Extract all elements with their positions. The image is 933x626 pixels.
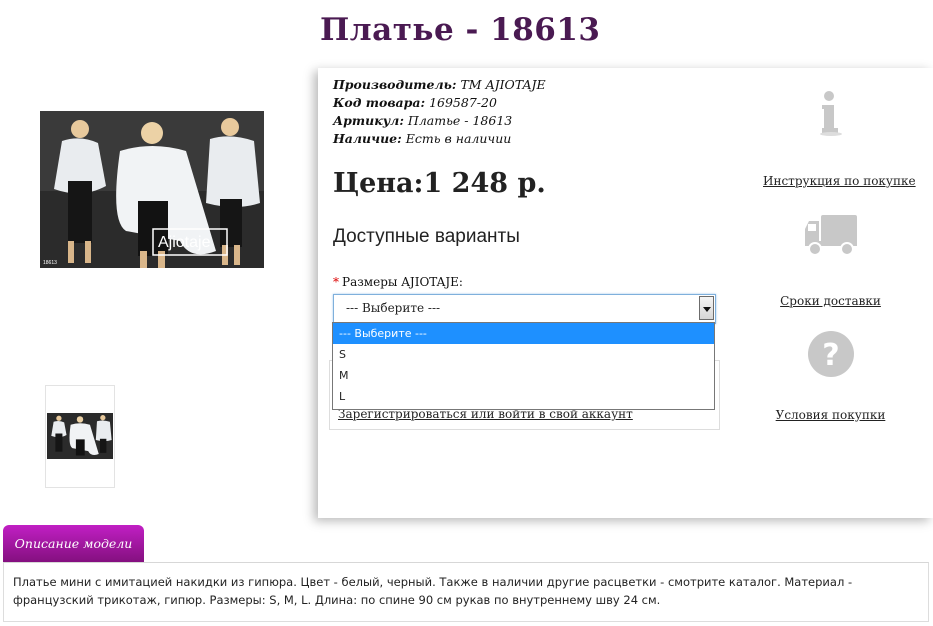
terms-block: ? Условия покупки: [763, 330, 898, 424]
variants-heading: Доступные варианты: [333, 226, 520, 247]
terms-link[interactable]: Условия покупки: [776, 408, 886, 422]
svg-text:?: ?: [822, 338, 839, 373]
photo-code-label: 18613: [43, 260, 57, 266]
size-option-placeholder[interactable]: --- Выберите ---: [333, 323, 714, 344]
spec-stock: Наличие: Есть в наличии: [333, 131, 512, 146]
size-option-s[interactable]: S: [333, 344, 714, 365]
size-option-l[interactable]: L: [333, 386, 714, 407]
delivery-block: Сроки доставки: [763, 213, 898, 310]
instructions-block: Инструкция по покупке: [763, 90, 916, 190]
product-thumbnail[interactable]: [45, 385, 115, 488]
description-panel: Платье мини с имитацией накидки из гипюр…: [3, 562, 929, 622]
size-dropdown-list: --- Выберите --- S M L: [332, 322, 715, 410]
size-select-value: --- Выберите ---: [346, 301, 441, 315]
instructions-link[interactable]: Инструкция по покупке: [763, 174, 916, 188]
spec-code: Код товара: 169587-20: [333, 95, 497, 110]
spec-manufacturer: Производитель: ТМ AJIOTAJE: [333, 77, 546, 92]
question-icon: ?: [807, 331, 854, 377]
product-price: Цена:1 248 р.: [333, 168, 546, 199]
tab-description[interactable]: Описание модели: [3, 525, 144, 562]
page-title: Платье - 18613: [320, 12, 601, 48]
description-text: Платье мини с имитацией накидки из гипюр…: [13, 575, 853, 607]
size-option-m[interactable]: M: [333, 365, 714, 386]
size-label: * Размеры AJIOTAJE:: [333, 275, 463, 289]
thumbnail-image: [47, 413, 113, 459]
truck-icon: [804, 215, 857, 256]
required-mark: *: [333, 275, 339, 289]
product-info-panel: Производитель: ТМ AJIOTAJE Код товара: 1…: [318, 68, 933, 518]
product-main-image[interactable]: Ajiotaje 18613: [40, 111, 264, 268]
info-icon: [819, 91, 842, 136]
photo-brand-watermark: Ajiotaje: [158, 234, 211, 251]
product-specs: Производитель: ТМ AJIOTAJE Код товара: 1…: [333, 76, 546, 148]
delivery-link[interactable]: Сроки доставки: [780, 294, 881, 308]
chevron-down-icon[interactable]: [699, 296, 714, 320]
size-select[interactable]: --- Выберите ---: [333, 294, 716, 324]
spec-article: Артикул: Платье - 18613: [333, 113, 513, 128]
